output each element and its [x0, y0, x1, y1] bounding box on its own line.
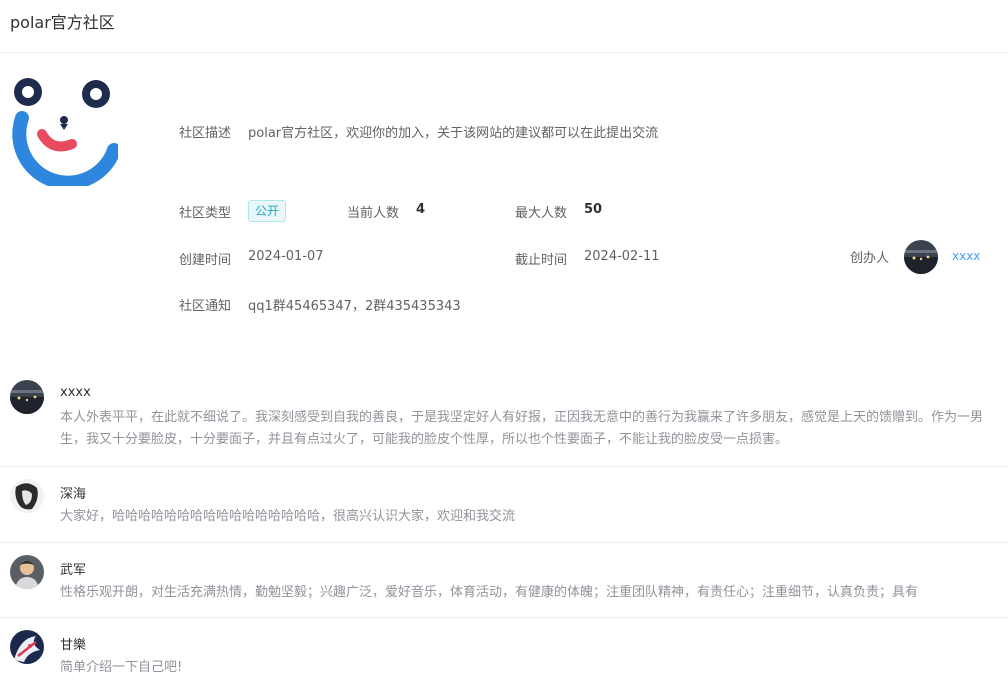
creator-name-link[interactable]: xxxx — [952, 249, 980, 263]
member-avatar[interactable] — [10, 479, 44, 513]
member-name: 武军 — [60, 563, 87, 578]
deadline-date: 2024-02-11 — [584, 249, 660, 264]
community-description: polar官方社区，欢迎你的加入，关于该网站的建议都可以在此提出交流 — [248, 126, 659, 141]
member-name: xxxx — [60, 385, 91, 400]
list-item: 深海 大家好，哈哈哈哈哈哈哈哈哈哈哈哈哈哈哈哈，很高兴认识大家，欢迎和我交流 — [0, 467, 1008, 543]
member-name: 甘樂 — [60, 638, 87, 653]
current-count-label: 当前人数 — [347, 206, 400, 221]
page-title: polar官方社区 — [10, 13, 115, 32]
night-landscape-icon — [10, 380, 44, 414]
sketch-portrait-icon — [10, 479, 44, 513]
list-item: 甘樂 简单介绍一下自己吧! — [0, 618, 1008, 692]
cartoon-man-icon — [10, 555, 44, 589]
night-landscape-icon — [904, 240, 938, 274]
anime-character-icon — [10, 630, 44, 664]
list-item: xxxx 本人外表平平，在此就不细说了。我深刻感受到自我的善良，于是我坚定好人有… — [0, 378, 1008, 467]
max-count: 50 — [584, 202, 603, 217]
created-label: 创建时间 — [179, 253, 232, 268]
current-count: 4 — [416, 202, 426, 217]
max-count-label: 最大人数 — [515, 206, 568, 221]
created-date: 2024-01-07 — [248, 249, 324, 264]
member-avatar[interactable] — [10, 380, 44, 414]
member-avatar[interactable] — [10, 555, 44, 589]
member-avatar[interactable] — [10, 630, 44, 664]
type-tag: 公开 — [248, 200, 287, 222]
community-logo — [12, 78, 118, 186]
community-notice: qq1群45465347，2群435435343 — [248, 299, 461, 314]
creator-avatar[interactable] — [904, 240, 938, 274]
desc-label: 社区描述 — [179, 126, 232, 141]
creator-label: 创办人 — [850, 251, 890, 266]
member-intro: 本人外表平平，在此就不细说了。我深刻感受到自我的善良，于是我坚定好人有好报，正因… — [60, 410, 984, 447]
deadline-label: 截止时间 — [515, 253, 568, 268]
page-header: polar官方社区 — [0, 0, 1008, 53]
member-name: 深海 — [60, 487, 87, 502]
member-intro: 性格乐观开朗，对生活充满热情，勤勉坚毅；兴趣广泛，爱好音乐，体育活动，有健康的体… — [60, 585, 919, 600]
member-intro: 大家好，哈哈哈哈哈哈哈哈哈哈哈哈哈哈哈哈，很高兴认识大家，欢迎和我交流 — [60, 509, 516, 524]
notice-label: 社区通知 — [179, 299, 232, 314]
list-item: 武军 性格乐观开朗，对生活充满热情，勤勉坚毅；兴趣广泛，爱好音乐，体育活动，有健… — [0, 543, 1008, 618]
type-label: 社区类型 — [179, 206, 232, 221]
member-intro: 简单介绍一下自己吧! — [60, 660, 183, 675]
